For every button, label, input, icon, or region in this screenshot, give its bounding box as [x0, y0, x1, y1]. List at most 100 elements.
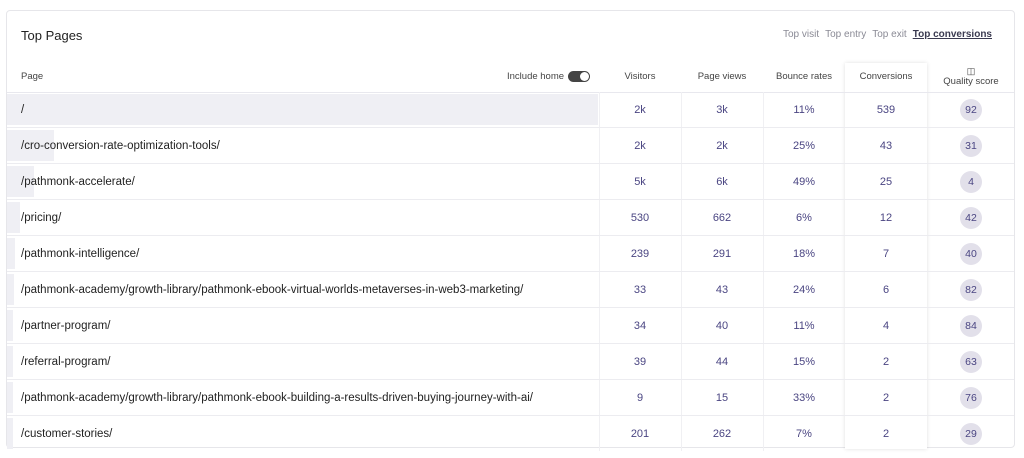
quality-badge: 4: [960, 170, 982, 193]
cell-conversions: 7: [882, 247, 890, 260]
column-page: Page: [21, 71, 44, 82]
cell-visitors: 530: [630, 211, 650, 224]
cell-bounce: 6%: [796, 211, 812, 224]
card-title: Top Pages: [21, 28, 83, 43]
column-conversions[interactable]: Conversions: [845, 61, 927, 92]
include-home-toggle[interactable]: [568, 71, 591, 82]
quality-badge: 29: [960, 422, 982, 445]
cell-visitors: 34: [633, 319, 647, 332]
cell-quality-score: 82: [927, 272, 1015, 307]
page-path[interactable]: /pathmonk-intelligence/: [21, 236, 139, 271]
quality-badge: 92: [960, 98, 982, 121]
filter-tab[interactable]: Top visit: [783, 29, 819, 40]
cell-visitors: 201: [630, 427, 650, 440]
cell-quality-score: 4: [927, 164, 1015, 199]
table-row[interactable]: /pathmonk-academy/growth-library/pathmon…: [7, 272, 1014, 308]
cell-page-views: 2k: [716, 139, 728, 152]
filter-tab[interactable]: Top entry: [825, 29, 866, 40]
include-home-label: Include home: [507, 71, 565, 82]
cell-conversions: 43: [879, 139, 893, 152]
table-row[interactable]: /customer-stories/ 201 262 7% 2 29: [7, 416, 1014, 451]
cell-quality-score: 40: [927, 236, 1015, 271]
quality-badge: 42: [960, 206, 982, 229]
cell-visitors: 5k: [634, 175, 646, 188]
top-pages-card: Top Pages Top visit Top entry Top exit Top …: [6, 10, 1015, 451]
cell-conversions: 2: [882, 355, 890, 368]
cell-bounce: 15%: [792, 355, 816, 368]
page-path[interactable]: /pricing/: [21, 200, 61, 235]
table-row[interactable]: /cro-conversion-rate-optimization-tools/…: [7, 128, 1014, 164]
column-visitors[interactable]: Visitors: [599, 61, 681, 92]
cell-page-views: 40: [715, 319, 729, 332]
cell-page-views: 291: [712, 247, 732, 260]
table-row[interactable]: /pathmonk-academy/growth-library/pathmon…: [7, 380, 1014, 416]
cell-conversions: 6: [882, 283, 890, 296]
cell-bounce: 24%: [792, 283, 816, 296]
cell-page-views: 15: [715, 391, 729, 404]
cell-page-views: 662: [712, 211, 732, 224]
cell-conversions: 2: [882, 391, 890, 404]
cell-quality-score: 92: [927, 92, 1015, 127]
table-row[interactable]: /pathmonk-intelligence/ 239 291 18% 7 40: [7, 236, 1014, 272]
cell-visitors: 39: [633, 355, 647, 368]
filter-tab[interactable]: Top exit: [872, 29, 906, 40]
cell-page-views: 43: [715, 283, 729, 296]
include-home-toggle-group: Include home: [507, 61, 591, 92]
page-path[interactable]: /pathmonk-accelerate/: [21, 164, 135, 199]
cell-bounce: 33%: [792, 391, 816, 404]
column-page-views[interactable]: Page views: [681, 61, 763, 92]
cell-page-views: 3k: [716, 103, 728, 116]
conversion-share-bar: [7, 274, 14, 305]
cell-bounce: 18%: [792, 247, 816, 260]
table-row[interactable]: /pathmonk-accelerate/ 5k 6k 49% 25 4: [7, 164, 1014, 200]
page-path[interactable]: /pathmonk-academy/growth-library/pathmon…: [21, 380, 533, 415]
page-path[interactable]: /: [21, 92, 24, 127]
column-quality-score[interactable]: ◫ Quality score: [927, 61, 1015, 92]
cell-visitors: 2k: [634, 103, 646, 116]
page-path[interactable]: /cro-conversion-rate-optimization-tools/: [21, 128, 220, 163]
conversion-share-bar: [7, 346, 13, 377]
cell-visitors: 33: [633, 283, 647, 296]
cell-conversions: 2: [882, 427, 890, 440]
page-path[interactable]: /partner-program/: [21, 308, 110, 343]
cell-quality-score: 31: [927, 128, 1015, 163]
quality-badge: 40: [960, 242, 982, 265]
robot-icon: ◫: [966, 65, 976, 76]
cell-quality-score: 42: [927, 200, 1015, 235]
cell-conversions: 539: [876, 103, 896, 116]
cell-visitors: 9: [636, 391, 644, 404]
table-row[interactable]: /partner-program/ 34 40 11% 4 84: [7, 308, 1014, 344]
cell-bounce: 11%: [793, 319, 815, 332]
cell-visitors: 2k: [634, 139, 646, 152]
filter-tab[interactable]: Top conversions: [913, 29, 992, 40]
table-row[interactable]: /referral-program/ 39 44 15% 2 63: [7, 344, 1014, 380]
conversion-share-bar: [7, 418, 13, 449]
cell-page-views: 262: [712, 427, 732, 440]
quality-badge: 82: [960, 278, 982, 301]
cell-bounce: 25%: [792, 139, 816, 152]
cell-quality-score: 29: [927, 416, 1015, 451]
table-row[interactable]: / 2k 3k 11% 539 92: [7, 92, 1014, 128]
cell-conversions: 25: [879, 175, 893, 188]
page-path[interactable]: /pathmonk-academy/growth-library/pathmon…: [21, 272, 523, 307]
cell-bounce: 11%: [793, 103, 815, 116]
conversion-share-bar: [7, 238, 15, 269]
quality-badge: 31: [960, 134, 982, 157]
table-row[interactable]: /pricing/ 530 662 6% 12 42: [7, 200, 1014, 236]
quality-badge: 63: [960, 350, 982, 373]
cell-conversions: 12: [879, 211, 893, 224]
cell-quality-score: 84: [927, 308, 1015, 343]
table-body: / 2k 3k 11% 539 92 /cro-conversion-rate-opti…: [7, 92, 1014, 451]
page-path[interactable]: /customer-stories/: [21, 416, 112, 451]
cell-conversions: 4: [882, 319, 890, 332]
filter-tabs: Top visit Top entry Top exit Top conversion…: [783, 29, 992, 40]
cell-quality-score: 63: [927, 344, 1015, 379]
cell-visitors: 239: [630, 247, 650, 260]
page-path[interactable]: /referral-program/: [21, 344, 110, 379]
cell-bounce: 49%: [792, 175, 816, 188]
conversion-share-bar: [7, 310, 13, 341]
cell-page-views: 44: [715, 355, 729, 368]
column-bounce-rates[interactable]: Bounce rates: [763, 61, 845, 92]
cell-page-views: 6k: [716, 175, 728, 188]
conversion-share-bar: [7, 94, 598, 125]
